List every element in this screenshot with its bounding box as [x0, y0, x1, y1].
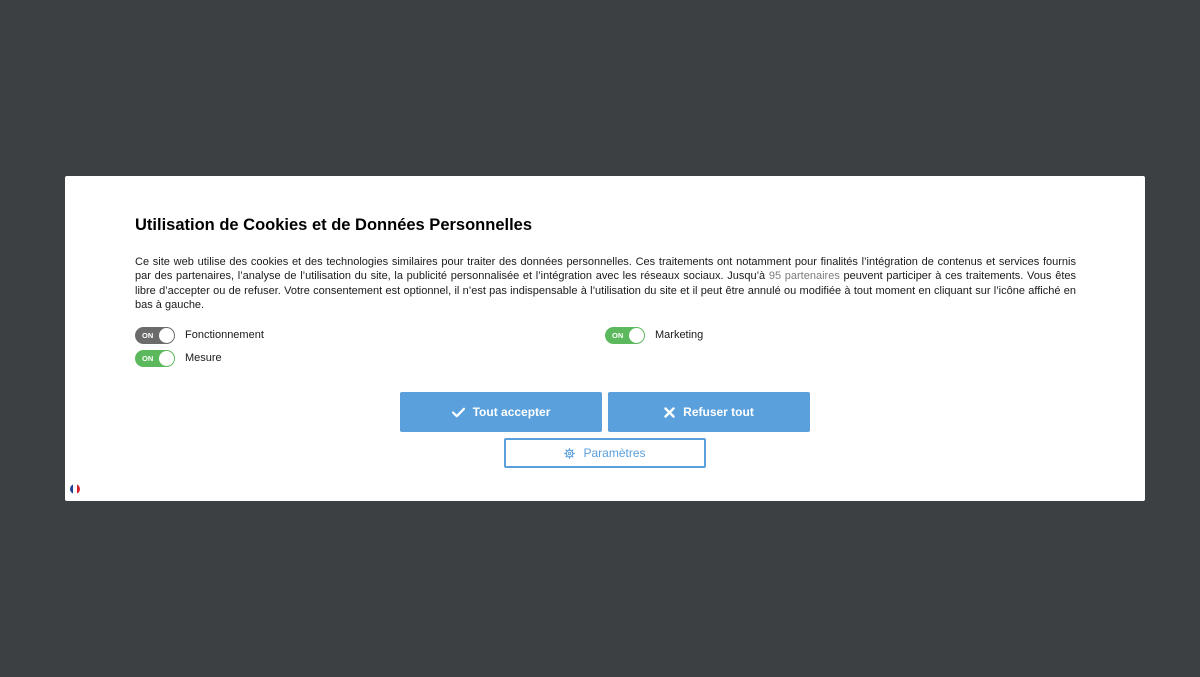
accept-all-button[interactable]: Tout accepter	[400, 392, 602, 432]
toggle-row-mesure: ON Mesure	[135, 349, 222, 367]
refuse-all-label: Refuser tout	[683, 405, 754, 419]
close-icon	[664, 406, 675, 418]
settings-label: Paramètres	[583, 446, 646, 460]
toggle-row-fonctionnement: ON Fonctionnement	[135, 326, 264, 344]
partners-link[interactable]: 95 partenaires	[769, 270, 840, 282]
mesure-toggle[interactable]: ON	[135, 349, 175, 367]
toggle-row-marketing: ON Marketing	[605, 326, 703, 344]
gear-icon	[564, 447, 576, 459]
mesure-label: Mesure	[185, 352, 222, 364]
toggle-knob	[159, 327, 174, 343]
accept-all-label: Tout accepter	[472, 405, 551, 419]
french-flag-icon[interactable]	[70, 484, 80, 494]
cookie-consent-dialog: Utilisation de Cookies et de Données Per…	[65, 176, 1145, 501]
dialog-description: Ce site web utilise des cookies et des t…	[135, 255, 1076, 313]
refuse-all-button[interactable]: Refuser tout	[608, 392, 810, 432]
marketing-toggle[interactable]: ON	[605, 326, 645, 344]
check-icon	[451, 407, 465, 418]
dialog-title: Utilisation de Cookies et de Données Per…	[135, 216, 533, 234]
marketing-label: Marketing	[655, 329, 704, 341]
fonctionnement-label: Fonctionnement	[185, 329, 264, 341]
toggle-state-label: ON	[142, 353, 154, 363]
toggle-knob	[629, 327, 644, 343]
toggle-state-label: ON	[612, 330, 624, 340]
toggle-knob	[159, 350, 174, 366]
settings-button[interactable]: Paramètres	[504, 438, 706, 468]
toggle-state-label: ON	[142, 330, 154, 340]
fonctionnement-toggle[interactable]: ON	[135, 326, 175, 344]
